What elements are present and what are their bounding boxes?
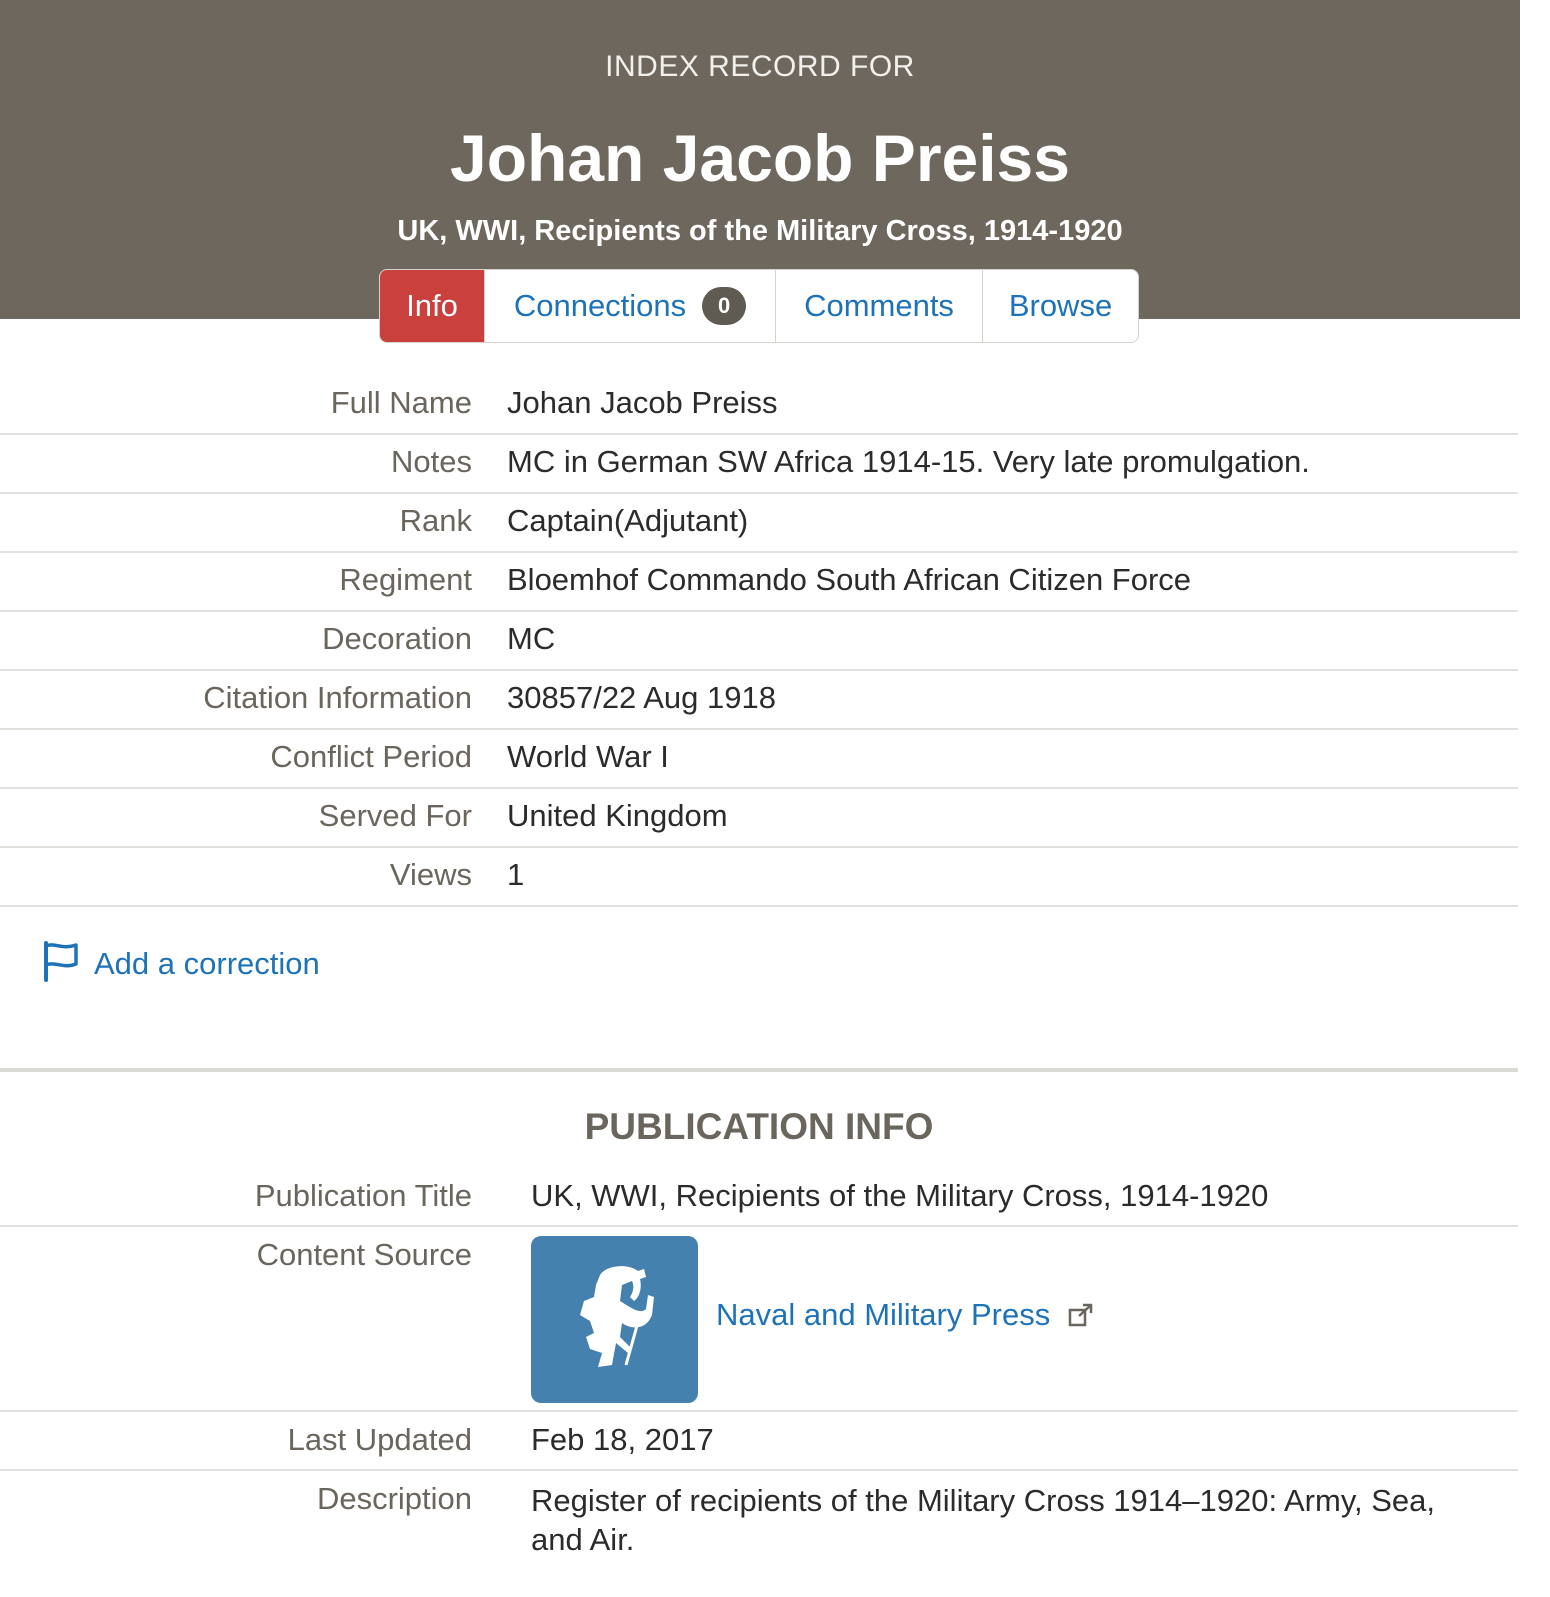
table-row: Rank Captain(Adjutant): [0, 494, 1518, 553]
tab-browse[interactable]: Browse: [983, 270, 1138, 342]
content-source-logo[interactable]: [531, 1236, 698, 1403]
tab-info[interactable]: Info: [380, 270, 485, 342]
field-label: Regiment: [339, 562, 472, 597]
connections-count-badge: 0: [702, 287, 747, 325]
field-label: Citation Information: [203, 680, 472, 715]
field-value: Captain(Adjutant): [507, 503, 749, 538]
field-label: Rank: [399, 503, 472, 538]
field-value: World War I: [507, 739, 669, 774]
publication-info-heading: PUBLICATION INFO: [584, 1106, 934, 1147]
external-link-icon: [1068, 1303, 1094, 1327]
flag-icon: [42, 940, 80, 987]
tab-info-label: Info: [406, 288, 458, 323]
field-label: Description: [316, 1481, 472, 1516]
table-row: Last Updated Feb 18, 2017: [0, 1412, 1518, 1471]
table-row: Decoration MC: [0, 612, 1518, 671]
tab-connections[interactable]: Connections 0: [485, 270, 776, 342]
collection-subtitle: UK, WWI, Recipients of the Military Cros…: [397, 215, 1123, 247]
field-value: MC in German SW Africa 1914-15. Very lat…: [507, 444, 1310, 479]
record-tabs: Info Connections 0 Comments Browse: [379, 269, 1139, 343]
table-row: Regiment Bloemhof Commando South African…: [0, 553, 1518, 612]
field-label: Publication Title: [254, 1178, 472, 1213]
field-value: MC: [507, 621, 556, 656]
table-row: Content Source Naval and Military Press: [0, 1227, 1518, 1412]
content-source-name: Naval and Military Press: [716, 1297, 1051, 1332]
publication-title-link[interactable]: UK, WWI, Recipients of the Military Cros…: [531, 1178, 1268, 1214]
section-divider: [0, 1068, 1518, 1072]
field-label: Full Name: [330, 385, 472, 420]
tab-browse-label: Browse: [1008, 288, 1113, 323]
table-row: Publication Title UK, WWI, Recipients of…: [0, 1168, 1518, 1227]
field-value: United Kingdom: [507, 798, 728, 833]
add-correction-label: Add a correction: [94, 945, 320, 981]
tab-comments[interactable]: Comments: [776, 270, 983, 342]
field-label: Last Updated: [287, 1422, 472, 1457]
publication-info-table: Publication Title UK, WWI, Recipients of…: [0, 1168, 1518, 1581]
saluting-soldier-icon: [560, 1257, 670, 1382]
header-kicker: INDEX RECORD FOR: [605, 50, 915, 83]
table-row: Full Name Johan Jacob Preiss: [0, 376, 1518, 435]
page-title: Johan Jacob Preiss: [450, 121, 1070, 195]
field-label: Decoration: [322, 621, 472, 656]
field-value: 30857/22 Aug 1918: [507, 680, 776, 715]
table-row: Notes MC in German SW Africa 1914-15. Ve…: [0, 435, 1518, 494]
last-updated-value: Feb 18, 2017: [531, 1422, 714, 1457]
field-value: 1: [507, 857, 525, 892]
description-value: Register of recipients of the Military C…: [531, 1483, 1436, 1557]
record-details-table: Full Name Johan Jacob Preiss Notes MC in…: [0, 376, 1518, 907]
field-label: Views: [389, 857, 472, 892]
field-label: Served For: [318, 798, 472, 833]
tab-connections-label: Connections: [513, 288, 687, 323]
tab-comments-label: Comments: [804, 288, 954, 323]
field-value: Bloemhof Commando South African Citizen …: [507, 562, 1192, 597]
field-label: Notes: [391, 444, 472, 479]
table-row: Description Register of recipients of th…: [0, 1471, 1518, 1581]
field-value: Johan Jacob Preiss: [507, 385, 778, 420]
field-label: Conflict Period: [270, 739, 472, 774]
table-row: Views 1: [0, 848, 1518, 907]
content-source-link[interactable]: Naval and Military Press: [716, 1297, 1094, 1333]
field-label: Content Source: [256, 1237, 472, 1272]
table-row: Citation Information 30857/22 Aug 1918: [0, 671, 1518, 730]
table-row: Served For United Kingdom: [0, 789, 1518, 848]
table-row: Conflict Period World War I: [0, 730, 1518, 789]
add-correction-link[interactable]: Add a correction: [42, 940, 320, 987]
